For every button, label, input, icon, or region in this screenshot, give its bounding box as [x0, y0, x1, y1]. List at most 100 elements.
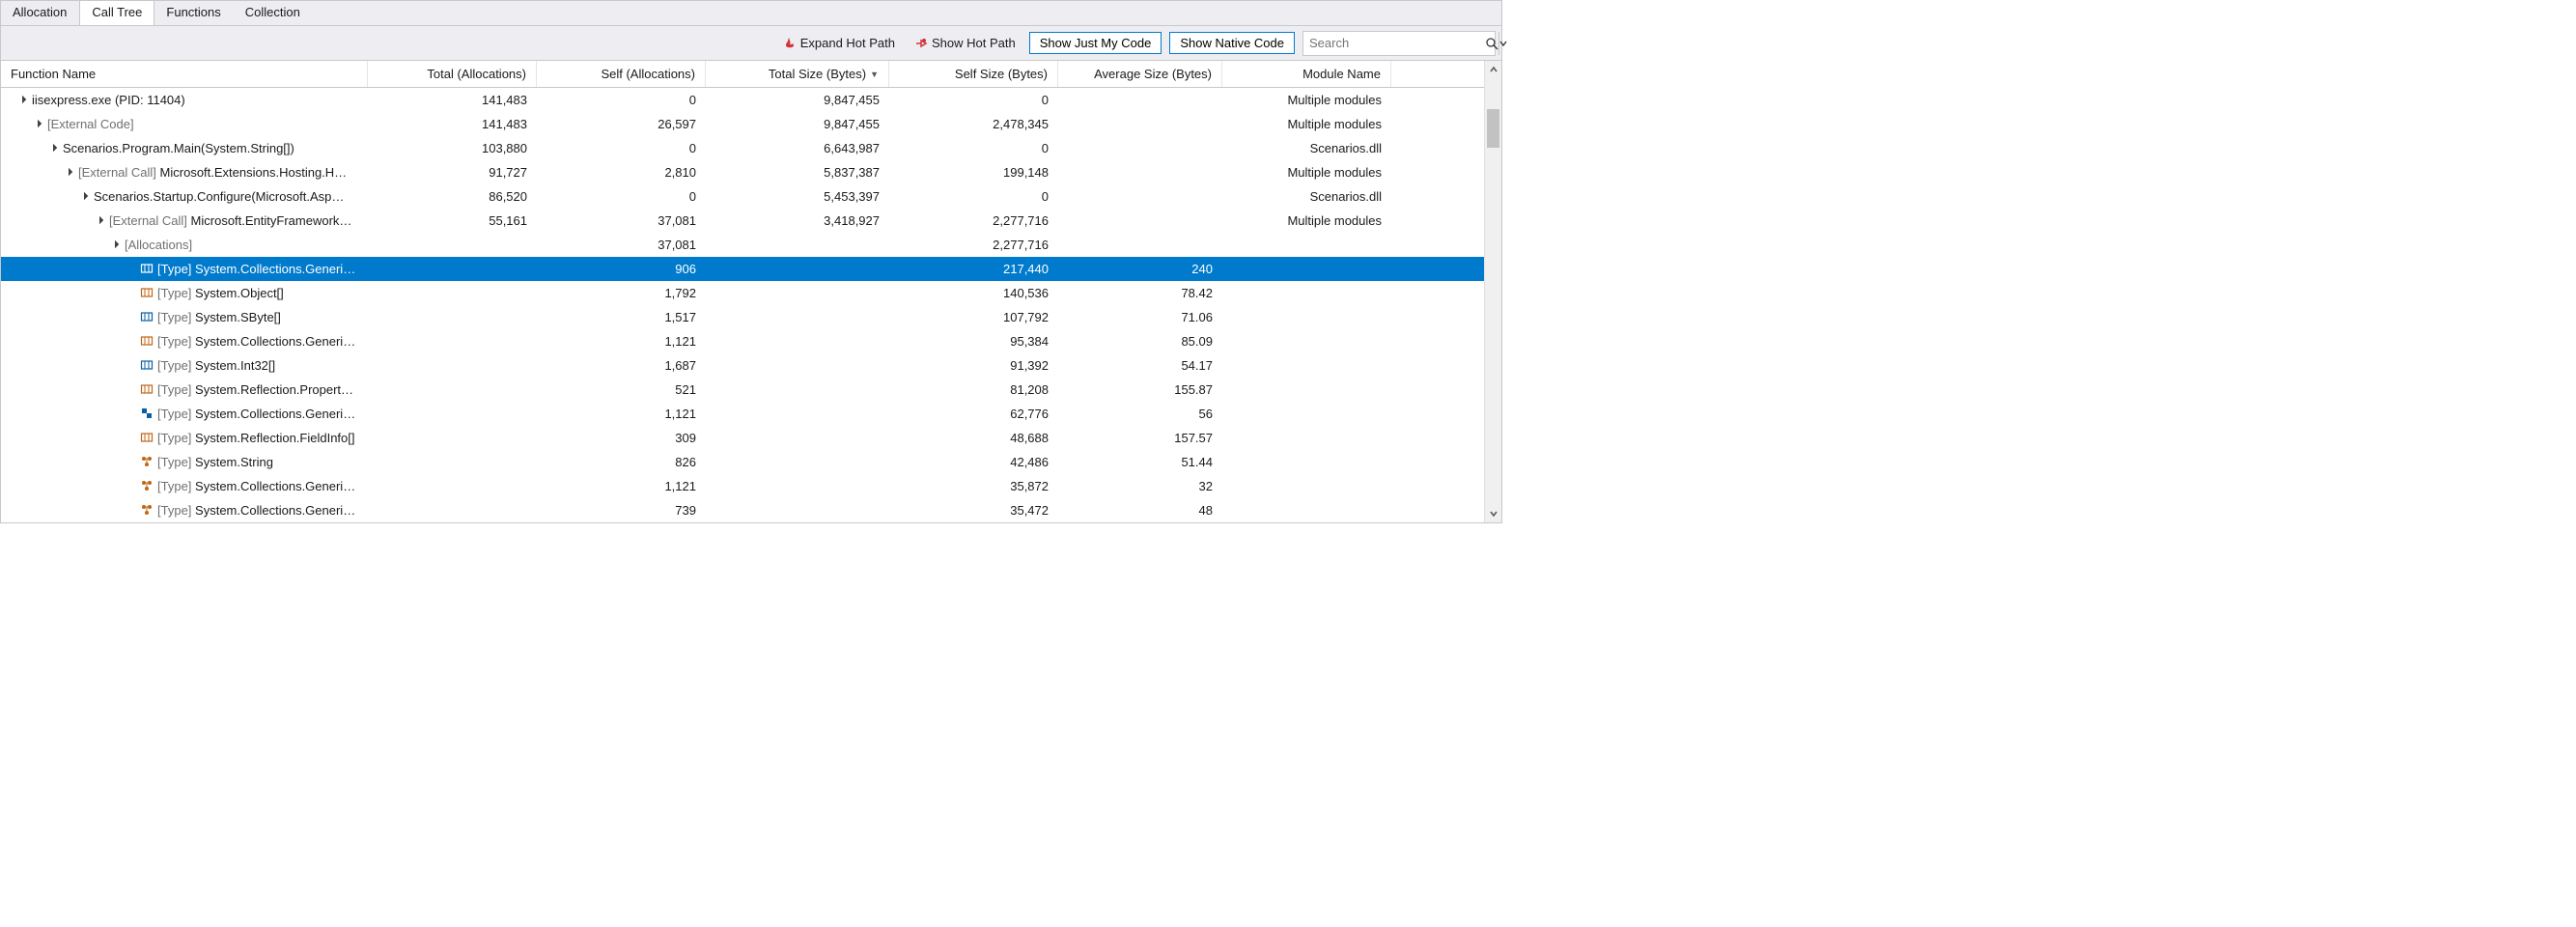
tree-row[interactable]: Scenarios.Startup.Configure(Microsoft.As…: [1, 184, 1484, 209]
expand-hot-path-button[interactable]: Expand Hot Path: [777, 34, 901, 52]
cell-self: 1,687: [537, 353, 706, 377]
cell-selfsize: 35,472: [889, 498, 1058, 521]
tab-collection[interactable]: Collection: [234, 1, 313, 25]
cell-totalsize: 3,418,927: [706, 209, 889, 232]
cell-selfsize: 91,392: [889, 353, 1058, 377]
show-just-my-code-button[interactable]: Show Just My Code: [1029, 32, 1162, 54]
tree-row[interactable]: [Type] System.Collections.Generi…906217,…: [1, 257, 1484, 281]
cell-self: 906: [537, 257, 706, 280]
search-icon[interactable]: [1485, 37, 1498, 50]
cell-total: [368, 450, 537, 473]
tree-row[interactable]: [Type] System.Collections.Generi…1,12135…: [1, 474, 1484, 498]
cell-self: 309: [537, 426, 706, 449]
cell-total: [368, 329, 537, 352]
cell-totalsize: [706, 329, 889, 352]
cell-module: [1222, 329, 1391, 352]
cell-avg: [1058, 136, 1222, 159]
cell-total: [368, 402, 537, 425]
cell-avg: 54.17: [1058, 353, 1222, 377]
cell-self: 0: [537, 88, 706, 111]
vertical-scrollbar[interactable]: [1484, 61, 1501, 522]
cell-module: Multiple modules: [1222, 112, 1391, 135]
tab-functions[interactable]: Functions: [154, 1, 233, 25]
cell-self: 1,121: [537, 474, 706, 497]
row-label: [Type] System.Collections.Generi…: [157, 334, 355, 349]
col-average-size[interactable]: Average Size (Bytes): [1058, 61, 1222, 87]
tree-row[interactable]: [Type] System.Reflection.FieldInfo[]3094…: [1, 426, 1484, 450]
flame-arrow-icon: [914, 37, 928, 50]
expander-icon[interactable]: [78, 190, 90, 202]
row-label: [External Code]: [47, 117, 134, 131]
col-total-size-label: Total Size (Bytes): [769, 67, 866, 81]
cell-avg: 78.42: [1058, 281, 1222, 304]
search-field[interactable]: [1303, 36, 1485, 50]
cell-module: Scenarios.dll: [1222, 136, 1391, 159]
cell-totalsize: [706, 257, 889, 280]
cell-module: [1222, 474, 1391, 497]
tree-row[interactable]: [Type] System.String82642,48651.44: [1, 450, 1484, 474]
type-icon: [140, 479, 154, 492]
row-label: [Type] System.Collections.Generi…: [157, 479, 355, 493]
type-icon: [140, 431, 154, 444]
cell-totalsize: [706, 498, 889, 521]
row-label: [Type] System.Object[]: [157, 286, 284, 300]
show-hot-path-button[interactable]: Show Hot Path: [909, 34, 1022, 52]
col-total-allocations[interactable]: Total (Allocations): [368, 61, 537, 87]
toolbar: Expand Hot Path Show Hot Path Show Just …: [1, 26, 1501, 61]
cell-total: [368, 426, 537, 449]
tree-row[interactable]: iisexpress.exe (PID: 11404)141,48309,847…: [1, 88, 1484, 112]
col-self-allocations[interactable]: Self (Allocations): [537, 61, 706, 87]
tree-row[interactable]: [Type] System.Collections.Generi…73935,4…: [1, 498, 1484, 522]
tree-row[interactable]: [Allocations]37,0812,277,716: [1, 233, 1484, 257]
expander-icon: [125, 335, 136, 347]
tree-row[interactable]: Scenarios.Program.Main(System.String[])1…: [1, 136, 1484, 160]
tree-row[interactable]: [External Code]141,48326,5979,847,4552,4…: [1, 112, 1484, 136]
cell-selfsize: 0: [889, 88, 1058, 111]
tree-row[interactable]: [External Call] Microsoft.Extensions.Hos…: [1, 160, 1484, 184]
cell-selfsize: 62,776: [889, 402, 1058, 425]
tree-row[interactable]: [External Call] Microsoft.EntityFramewor…: [1, 209, 1484, 233]
cell-total: [368, 257, 537, 280]
cell-self: 1,792: [537, 281, 706, 304]
cell-avg: 155.87: [1058, 378, 1222, 401]
tree-row[interactable]: [Type] System.Collections.Generi…1,12162…: [1, 402, 1484, 426]
cell-selfsize: 199,148: [889, 160, 1058, 183]
col-self-size[interactable]: Self Size (Bytes): [889, 61, 1058, 87]
show-native-code-button[interactable]: Show Native Code: [1169, 32, 1295, 54]
expander-icon[interactable]: [94, 214, 105, 226]
col-total-size[interactable]: Total Size (Bytes) ▼: [706, 61, 889, 87]
expander-icon[interactable]: [32, 118, 43, 129]
expander-icon[interactable]: [109, 239, 121, 250]
col-function-name[interactable]: Function Name: [1, 61, 368, 87]
expander-icon: [125, 407, 136, 419]
grid-header: Function Name Total (Allocations) Self (…: [1, 61, 1484, 88]
cell-total: [368, 353, 537, 377]
col-module-name[interactable]: Module Name: [1222, 61, 1391, 87]
tree-row[interactable]: [Type] System.Object[]1,792140,53678.42: [1, 281, 1484, 305]
expand-hot-path-label: Expand Hot Path: [800, 36, 895, 50]
tree-row[interactable]: [Type] System.SByte[]1,517107,79271.06: [1, 305, 1484, 329]
cell-totalsize: [706, 426, 889, 449]
cell-self: 26,597: [537, 112, 706, 135]
tree-row[interactable]: [Type] System.Int32[]1,68791,39254.17: [1, 353, 1484, 378]
scroll-up-icon[interactable]: [1485, 61, 1501, 78]
tree-row[interactable]: [Type] System.Collections.Generi…1,12195…: [1, 329, 1484, 353]
cell-totalsize: 9,847,455: [706, 112, 889, 135]
scroll-thumb[interactable]: [1487, 109, 1499, 148]
scroll-down-icon[interactable]: [1485, 505, 1501, 522]
tree-row[interactable]: [Type] System.Reflection.Propert…52181,2…: [1, 378, 1484, 402]
expander-icon[interactable]: [16, 94, 28, 105]
cell-total: [368, 233, 537, 256]
tab-allocation[interactable]: Allocation: [1, 1, 79, 25]
tab-call-tree[interactable]: Call Tree: [79, 1, 154, 25]
expander-icon[interactable]: [47, 142, 59, 154]
expander-icon: [125, 311, 136, 323]
search-input[interactable]: [1302, 31, 1496, 56]
cell-avg: 85.09: [1058, 329, 1222, 352]
cell-avg: [1058, 184, 1222, 208]
cell-module: Multiple modules: [1222, 88, 1391, 111]
expander-icon[interactable]: [63, 166, 74, 178]
cell-module: [1222, 450, 1391, 473]
search-dropdown-icon[interactable]: [1498, 32, 1507, 55]
cell-avg: [1058, 233, 1222, 256]
